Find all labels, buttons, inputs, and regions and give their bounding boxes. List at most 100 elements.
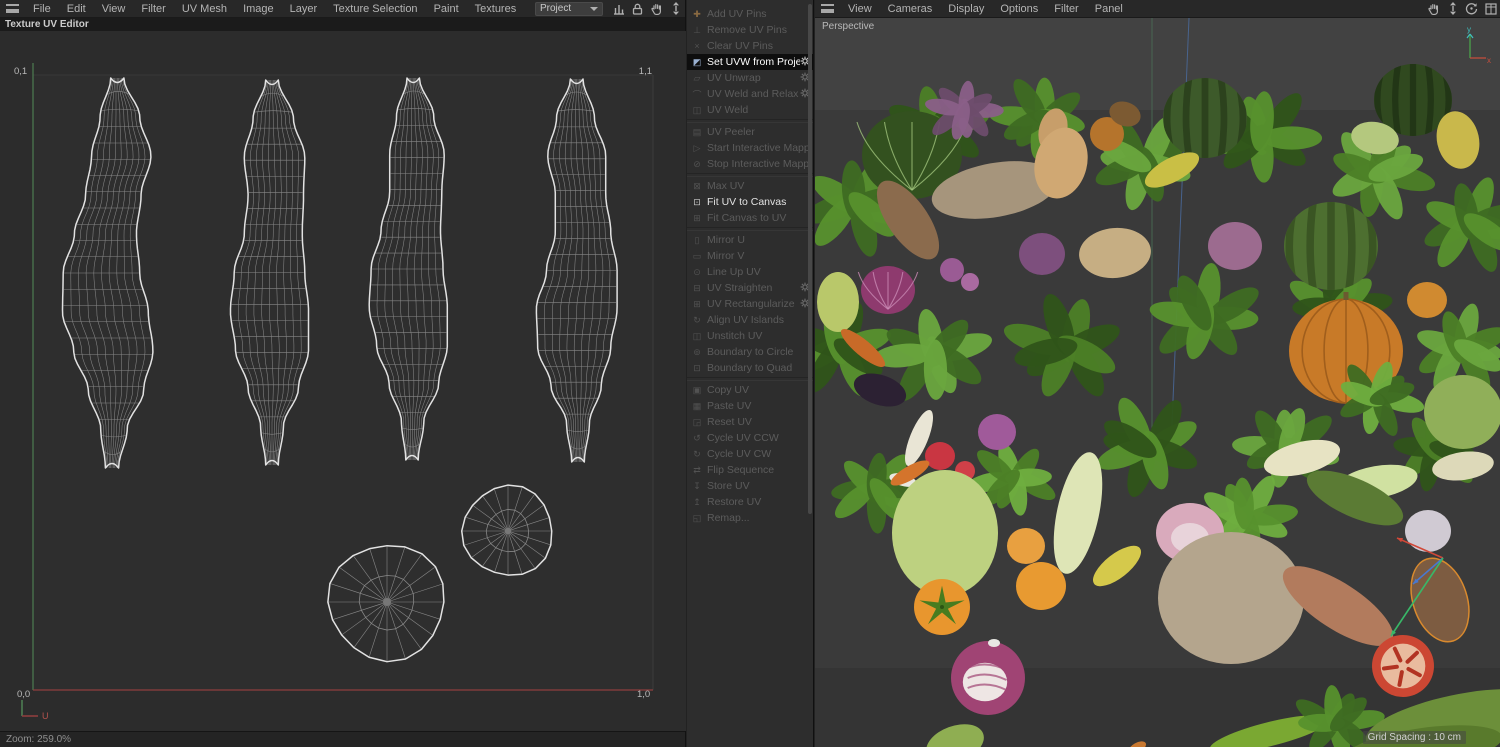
tool-reset-uv[interactable]: ◲Reset UV bbox=[687, 414, 813, 430]
menu-filter[interactable]: Filter bbox=[133, 0, 173, 18]
tool-label: Max UV bbox=[707, 180, 810, 192]
toolbox-scrollbar[interactable] bbox=[808, 4, 812, 514]
tool-label: Fit UV to Canvas bbox=[707, 196, 810, 208]
tool-label: Mirror U bbox=[707, 234, 810, 246]
uv-canvas[interactable]: 0,11,10,01,0U bbox=[0, 31, 686, 731]
tool-icon: ◲ bbox=[691, 417, 703, 428]
tool-remove-uv-pins[interactable]: ⊥Remove UV Pins bbox=[687, 22, 813, 38]
panel-title-bar: Texture UV Editor bbox=[0, 18, 685, 31]
tool-boundary-to-circle[interactable]: ⊚Boundary to Circle bbox=[687, 344, 813, 360]
tool-set-uvw-from-projection[interactable]: ◩Set UVW from Projection bbox=[687, 54, 813, 70]
tool-mirror-u[interactable]: ▯Mirror U bbox=[687, 232, 813, 248]
tool-label: Cycle UV CCW bbox=[707, 432, 810, 444]
menu-view[interactable]: View bbox=[94, 0, 134, 18]
tool-icon: ⌒ bbox=[691, 88, 703, 101]
tool-label: Paste UV bbox=[707, 400, 810, 412]
tool-icon: ⊞ bbox=[691, 213, 703, 224]
viewport-menubar: ViewCamerasDisplayOptionsFilterPanel bbox=[815, 0, 1500, 18]
tool-paste-uv[interactable]: ▦Paste UV bbox=[687, 398, 813, 414]
vp-menu-cameras[interactable]: Cameras bbox=[880, 0, 941, 18]
tool-icon: ◫ bbox=[691, 105, 703, 116]
tool-icon: ↥ bbox=[691, 497, 703, 508]
menu-textures[interactable]: Textures bbox=[467, 0, 525, 18]
tool-mirror-v[interactable]: ▭Mirror V bbox=[687, 248, 813, 264]
tool-icon: ✚ bbox=[691, 9, 703, 20]
tool-label: Stop Interactive Mapping bbox=[707, 158, 810, 170]
menu-paint[interactable]: Paint bbox=[426, 0, 467, 18]
tool-icon: ⊙ bbox=[691, 267, 703, 278]
tool-label: UV Unwrap bbox=[707, 72, 800, 84]
menu-edit[interactable]: Edit bbox=[59, 0, 94, 18]
tool-restore-uv[interactable]: ↥ Restore UV bbox=[687, 494, 813, 510]
tool-flip-sequence[interactable]: ⇄Flip Sequence bbox=[687, 462, 813, 478]
tool-add-uv-pins[interactable]: ✚Add UV Pins bbox=[687, 6, 813, 22]
hamburger-menu-icon[interactable] bbox=[6, 4, 19, 13]
tool-label: Align UV Islands bbox=[707, 314, 810, 326]
toolbox-separator bbox=[687, 173, 813, 177]
axis-gizmo: y x bbox=[1458, 26, 1492, 66]
tool-store-uv[interactable]: ↧Store UV bbox=[687, 478, 813, 494]
vp-menu-filter[interactable]: Filter bbox=[1046, 0, 1086, 18]
lock-icon[interactable] bbox=[630, 2, 645, 16]
axis-y-label: y bbox=[1467, 26, 1471, 34]
tool-uv-straighten[interactable]: ⊟UV Straighten bbox=[687, 280, 813, 296]
histogram-icon[interactable] bbox=[611, 2, 626, 16]
menu-image[interactable]: Image bbox=[235, 0, 282, 18]
menu-file[interactable]: File bbox=[25, 0, 59, 18]
tool-uv-unwrap[interactable]: ▱ UV Unwrap bbox=[687, 70, 813, 86]
menu-uv-mesh[interactable]: UV Mesh bbox=[174, 0, 235, 18]
tool-uv-weld-and-relax[interactable]: ⌒ UV Weld and Relax bbox=[687, 86, 813, 102]
vp-menu-display[interactable]: Display bbox=[940, 0, 992, 18]
vp-menu-panel[interactable]: Panel bbox=[1087, 0, 1131, 18]
tool-uv-peeler[interactable]: ▤UV Peeler bbox=[687, 124, 813, 140]
tool-label: Fit Canvas to UV bbox=[707, 212, 810, 224]
tool-label: Unstitch UV bbox=[707, 330, 810, 342]
tool-stop-interactive-mapping[interactable]: ⊘Stop Interactive Mapping bbox=[687, 156, 813, 172]
svg-text:U: U bbox=[42, 711, 49, 721]
chevron-down-icon bbox=[590, 7, 598, 11]
hamburger-menu-icon[interactable] bbox=[821, 4, 834, 13]
tool-clear-uv-pins[interactable]: ×Clear UV Pins bbox=[687, 38, 813, 54]
viewport-canvas[interactable] bbox=[815, 18, 1500, 747]
tool-label: Line Up UV bbox=[707, 266, 810, 278]
tool-icon: ▣ bbox=[691, 385, 703, 396]
tool-icon: ▱ bbox=[691, 73, 703, 84]
perspective-viewport: ViewCamerasDisplayOptionsFilterPanel Per… bbox=[815, 0, 1500, 747]
tool-fit-uv-to-canvas[interactable]: ⊡Fit UV to Canvas bbox=[687, 194, 813, 210]
tool-uv-weld[interactable]: ◫ UV Weld bbox=[687, 102, 813, 118]
tool-fit-canvas-to-uv[interactable]: ⊞ Fit Canvas to UV bbox=[687, 210, 813, 226]
tool-remap[interactable]: ◱Remap... bbox=[687, 510, 813, 526]
tool-icon: ⊚ bbox=[691, 347, 703, 358]
tool-line-up-uv[interactable]: ⊙ Line Up UV bbox=[687, 264, 813, 280]
tool-icon: ⊟ bbox=[691, 283, 703, 294]
tool-uv-rectangularize[interactable]: ⊞UV Rectangularize bbox=[687, 296, 813, 312]
orbit-rotate-icon[interactable] bbox=[1464, 2, 1479, 16]
scroll-updown-icon[interactable] bbox=[668, 2, 683, 16]
uv-editor-menu: FileEditViewFilterUV MeshImageLayerTextu… bbox=[25, 0, 524, 18]
uv-canvas-svg[interactable]: 0,11,10,01,0U bbox=[0, 31, 686, 731]
tool-start-interactive-mapping[interactable]: ▷Start Interactive Mapping bbox=[687, 140, 813, 156]
tool-cycle-uv-ccw[interactable]: ↺Cycle UV CCW bbox=[687, 430, 813, 446]
project-dropdown[interactable]: Project bbox=[535, 2, 603, 16]
toolbox-separator bbox=[687, 119, 813, 123]
tool-align-uv-islands[interactable]: ↻Align UV Islands bbox=[687, 312, 813, 328]
tool-copy-uv[interactable]: ▣Copy UV bbox=[687, 382, 813, 398]
vp-menu-options[interactable]: Options bbox=[992, 0, 1046, 18]
tool-cycle-uv-cw[interactable]: ↻Cycle UV CW bbox=[687, 446, 813, 462]
tool-icon: ⊞ bbox=[691, 299, 703, 310]
vp-menu-view[interactable]: View bbox=[840, 0, 880, 18]
tool-label: Boundary to Quad bbox=[707, 362, 810, 374]
tool-label: Restore UV bbox=[707, 496, 810, 508]
tool-unstitch-uv[interactable]: ◫Unstitch UV bbox=[687, 328, 813, 344]
pan-hand-icon[interactable] bbox=[649, 2, 664, 16]
svg-text:1,1: 1,1 bbox=[639, 66, 652, 77]
menu-layer[interactable]: Layer bbox=[282, 0, 326, 18]
tool-label: UV Weld bbox=[707, 104, 810, 116]
tool-label: UV Weld and Relax bbox=[707, 88, 800, 100]
menu-texture-selection[interactable]: Texture Selection bbox=[325, 0, 425, 18]
scroll-updown-icon[interactable] bbox=[1445, 2, 1460, 16]
maximize-viewport-icon[interactable] bbox=[1483, 2, 1498, 16]
pan-hand-icon[interactable] bbox=[1426, 2, 1441, 16]
tool-max-uv[interactable]: ⊠Max UV bbox=[687, 178, 813, 194]
tool-boundary-to-quad[interactable]: ⊡Boundary to Quad bbox=[687, 360, 813, 376]
